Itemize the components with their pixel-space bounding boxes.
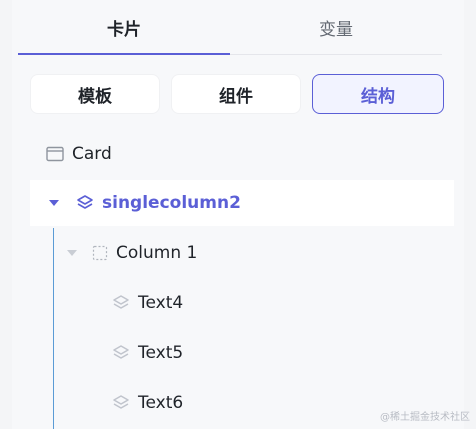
- tab-variables-label: 变量: [319, 19, 353, 40]
- segment-component-button[interactable]: 组件: [171, 74, 301, 114]
- top-tabs: 卡片 变量: [18, 0, 442, 55]
- tree-node-text[interactable]: Text5: [30, 330, 454, 376]
- tree-node-card[interactable]: Card: [30, 131, 454, 177]
- tree-node-singlecolumn-label: singlecolumn2: [102, 193, 241, 213]
- watermark: @稀土掘金技术社区: [380, 412, 470, 423]
- text-layers-icon: [112, 394, 130, 412]
- tree-node-text-label: Text4: [138, 293, 184, 313]
- segment-template-label: 模板: [78, 86, 112, 107]
- layers-icon: [76, 194, 94, 212]
- column-dashed-box-icon: [92, 245, 108, 261]
- tree-node-column[interactable]: Column 1: [30, 230, 454, 276]
- tree-node-text[interactable]: Text4: [30, 280, 454, 326]
- card-icon: [46, 146, 64, 162]
- segment-structure-label: 结构: [361, 86, 395, 107]
- tree-node-text-label: Text5: [138, 343, 184, 363]
- segment-structure-button[interactable]: 结构: [312, 74, 444, 114]
- text-layers-icon: [112, 294, 130, 312]
- segment-template-button[interactable]: 模板: [30, 74, 160, 114]
- tree-node-column-label: Column 1: [116, 243, 198, 263]
- tab-card[interactable]: 卡片: [18, 0, 230, 55]
- tab-variables[interactable]: 变量: [230, 0, 442, 54]
- tree-node-card-label: Card: [72, 144, 112, 164]
- tab-card-label: 卡片: [107, 19, 141, 40]
- tree-node-singlecolumn[interactable]: singlecolumn2: [30, 180, 454, 226]
- tab-active-underline: [18, 53, 230, 55]
- segment-component-label: 组件: [219, 86, 253, 107]
- caret-down-icon[interactable]: [48, 198, 60, 208]
- tree-node-text-label: Text6: [138, 393, 184, 413]
- text-layers-icon: [112, 344, 130, 362]
- caret-down-icon[interactable]: [66, 248, 78, 258]
